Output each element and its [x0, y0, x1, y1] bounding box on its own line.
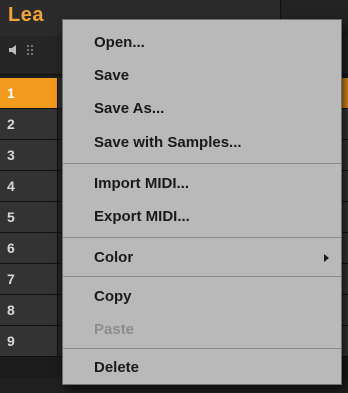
menu-item-copy[interactable]: Copy [63, 282, 341, 312]
grip-icon[interactable] [26, 44, 34, 56]
menu-item-save-with-samples[interactable]: Save with Samples... [63, 128, 341, 158]
menu-item-delete[interactable]: Delete [63, 353, 341, 383]
slot-strip [342, 326, 348, 356]
slot-number: 9 [0, 326, 58, 356]
menu-separator [63, 237, 341, 238]
panel-title: Lea [8, 4, 44, 26]
menu-item-color[interactable]: Color [63, 243, 341, 273]
slot-strip [342, 171, 348, 201]
slot-number: 3 [0, 140, 58, 170]
slot-number: 5 [0, 202, 58, 232]
slot-number: 2 [0, 109, 58, 139]
menu-item-color-label: Color [94, 249, 134, 266]
slot-strip [342, 109, 348, 139]
menu-item-save-as[interactable]: Save As... [63, 94, 341, 124]
menu-separator [63, 348, 341, 349]
menu-item-import-midi[interactable]: Import MIDI... [63, 169, 341, 199]
slot-strip [342, 264, 348, 294]
slot-number: 4 [0, 171, 58, 201]
submenu-arrow-icon [324, 254, 329, 262]
slot-strip [342, 140, 348, 170]
menu-item-save[interactable]: Save [63, 61, 341, 91]
menu-separator [63, 276, 341, 277]
menu-separator [63, 163, 341, 164]
slot-number: 8 [0, 295, 58, 325]
slot-strip [342, 295, 348, 325]
slot-number: 1 [0, 78, 58, 108]
slot-number: 6 [0, 233, 58, 263]
slot-strip [342, 233, 348, 263]
slot-strip [342, 202, 348, 232]
slot-number: 7 [0, 264, 58, 294]
menu-item-paste: Paste [94, 321, 135, 338]
speaker-icon[interactable] [8, 43, 22, 57]
menu-item-export-midi[interactable]: Export MIDI... [63, 202, 341, 232]
context-menu: Open... Save Save As... Save with Sample… [62, 19, 342, 385]
menu-item-open[interactable]: Open... [63, 28, 341, 58]
slot-strip [342, 78, 348, 108]
